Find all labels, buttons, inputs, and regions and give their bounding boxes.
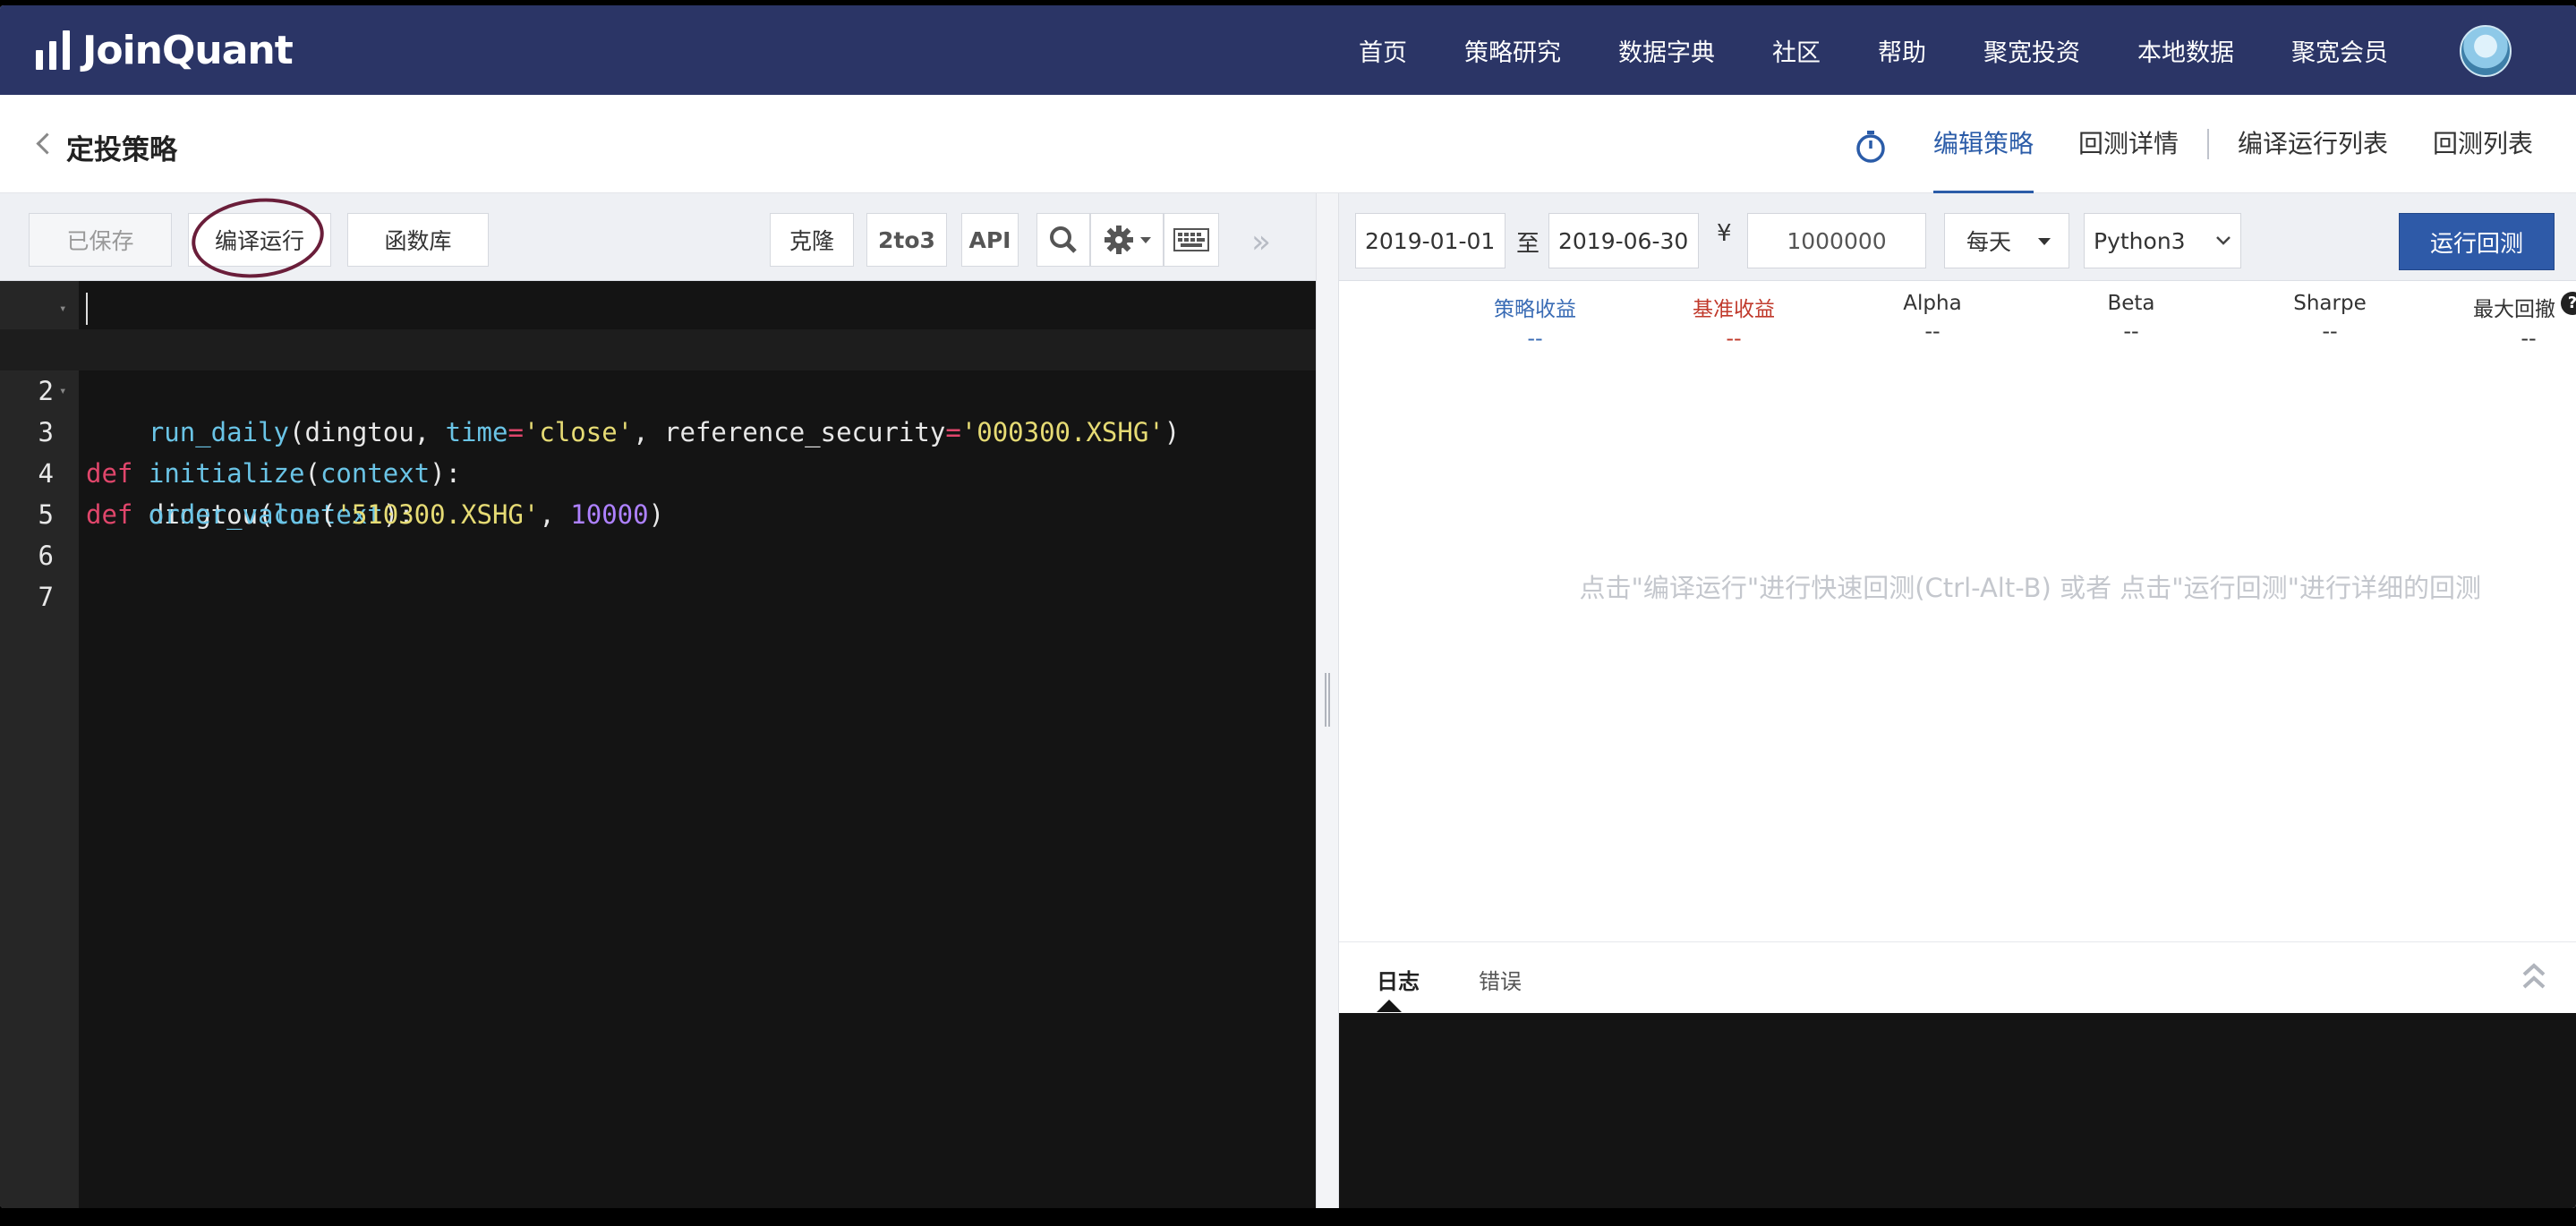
metric-label: 最大回撤?: [2429, 292, 2576, 322]
code-line[interactable]: 7: [0, 535, 1316, 612]
log-tabs: 日志 错误: [1339, 941, 2576, 1013]
nav-item-home[interactable]: 首页: [1359, 33, 1407, 68]
fold-arrow-icon[interactable]: ▾: [59, 370, 66, 412]
tab-log[interactable]: 日志: [1377, 964, 1420, 995]
backtest-toolbar: 2019-01-01 至 2019-06-30 ¥ 1000000 每天 Pyt…: [1339, 193, 2576, 281]
frequency-select[interactable]: 每天: [1944, 213, 2069, 268]
tab-error[interactable]: 错误: [1479, 964, 1522, 995]
gear-icon: [1105, 226, 1133, 254]
top-navbar: JoinQuant 首页 策略研究 数据字典 社区 帮助 聚宽投资 本地数据 聚…: [0, 5, 2576, 95]
tab-backtest-details[interactable]: 回测详情: [2078, 95, 2179, 193]
backtest-panel: 2019-01-01 至 2019-06-30 ¥ 1000000 每天 Pyt…: [1339, 193, 2576, 1208]
frequency-value: 每天: [1966, 229, 2012, 255]
text-cursor: [86, 293, 88, 325]
code-line[interactable]: 3 ▾ def dingtou(context):: [0, 370, 1316, 530]
tab-divider: [2207, 129, 2210, 159]
nav-item-research[interactable]: 策略研究: [1464, 33, 1561, 68]
nav-item-local-data[interactable]: 本地数据: [2137, 33, 2234, 68]
metric-label: 基准收益: [1693, 298, 1775, 321]
logo-text: JoinQuant: [82, 27, 294, 73]
metric-value: --: [2322, 319, 2338, 344]
metric-label: 策略收益: [1494, 298, 1576, 321]
metric-value: --: [1527, 326, 1543, 351]
capital-input[interactable]: 1000000: [1747, 213, 1926, 268]
date-range-separator: 至: [1516, 231, 1540, 258]
nav-item-data-dictionary[interactable]: 数据字典: [1618, 33, 1715, 68]
metric-value: --: [1924, 319, 1941, 344]
editor-toolbar: 已保存 编译运行 函数库 克隆 2to3 API »: [0, 192, 1316, 285]
chevron-down-icon: [2216, 236, 2231, 245]
caret-down-icon: [1140, 236, 1151, 243]
nav-item-community[interactable]: 社区: [1772, 33, 1821, 68]
python-version-select[interactable]: Python3: [2084, 213, 2241, 268]
code-editor[interactable]: 1 ▾ def initialize(context): 2 run_daily…: [0, 281, 1316, 1208]
metric-value: --: [2123, 319, 2139, 344]
strategy-title: 定投策略: [66, 134, 177, 166]
nav-item-membership[interactable]: 聚宽会员: [2291, 33, 2388, 68]
keyboard-button[interactable]: [1164, 213, 1219, 267]
settings-dropdown-button[interactable]: [1090, 213, 1164, 267]
keyboard-icon: [1173, 228, 1209, 251]
tab-edit-strategy[interactable]: 编辑策略: [1933, 95, 2034, 193]
panel-splitter[interactable]: [1316, 193, 1339, 1208]
code-line[interactable]: 5: [0, 453, 1316, 530]
logo-bars-icon: [36, 30, 70, 70]
tab-backtest-list[interactable]: 回测列表: [2433, 95, 2533, 193]
collapse-right-icon[interactable]: »: [1251, 224, 1271, 260]
nav-menu: 首页 策略研究 数据字典 社区 帮助 聚宽投资 本地数据 聚宽会员: [1301, 5, 2388, 95]
metric-alpha: Alpha --: [1833, 292, 2032, 344]
logo[interactable]: JoinQuant: [36, 27, 294, 73]
metric-max-drawdown: 最大回撤? --: [2429, 292, 2576, 351]
drag-handle-icon[interactable]: [1325, 673, 1330, 727]
2to3-button[interactable]: 2to3: [866, 213, 947, 267]
line-number: 7: [38, 582, 54, 612]
metrics-row: 策略收益 -- 基准收益 -- Alpha -- Beta -- Sharpe …: [1339, 292, 2576, 363]
python-version-value: Python3: [2094, 227, 2186, 254]
metric-benchmark-return: 基准收益 --: [1634, 292, 1833, 351]
metric-value: --: [1726, 326, 1742, 351]
active-tab-pointer: [1377, 1000, 1402, 1012]
end-date-input[interactable]: 2019-06-30: [1548, 213, 1699, 268]
empty-state-hint: 点击"编译运行"进行快速回测(Ctrl-Alt-B) 或者 点击"运行回测"进行…: [1579, 573, 2481, 603]
saved-button[interactable]: 已保存: [29, 213, 172, 267]
stopwatch-icon[interactable]: [1853, 129, 1889, 165]
metric-sharpe: Sharpe --: [2231, 292, 2429, 344]
log-output[interactable]: [1339, 1013, 2576, 1208]
fold-arrow-icon[interactable]: ▾: [59, 288, 66, 329]
code-line[interactable]: 4 order_value('510300.XSHG', 10000): [0, 412, 1316, 530]
api-button[interactable]: API: [961, 213, 1019, 267]
expand-up-icon[interactable]: [2521, 960, 2547, 992]
function-library-button[interactable]: 函数库: [347, 213, 489, 267]
app-window: JoinQuant 首页 策略研究 数据字典 社区 帮助 聚宽投资 本地数据 聚…: [0, 5, 2576, 1208]
back-chevron-icon[interactable]: [34, 132, 54, 158]
nav-item-investment[interactable]: 聚宽投资: [1983, 33, 2080, 68]
metric-beta: Beta --: [2032, 292, 2231, 344]
code-line[interactable]: 6: [0, 494, 1316, 571]
tab-compile-run-list[interactable]: 编译运行列表: [2238, 95, 2388, 193]
metric-label: Beta: [2107, 292, 2155, 315]
metric-value: --: [2521, 326, 2537, 351]
search-button[interactable]: [1036, 213, 1090, 267]
help-icon[interactable]: ?: [2561, 292, 2576, 315]
strategy-tabs: 编辑策略 回测详情 编译运行列表 回测列表: [1933, 95, 2533, 193]
metric-label: Sharpe: [2293, 292, 2367, 315]
code-line[interactable]: 1 ▾ def initialize(context):: [0, 288, 1316, 489]
compile-run-button[interactable]: 编译运行: [188, 213, 331, 267]
caret-down-icon: [2038, 238, 2051, 245]
clone-button[interactable]: 克隆: [770, 213, 854, 267]
metric-label: Alpha: [1903, 292, 1962, 315]
screen-bottom-edge: [0, 1208, 2576, 1226]
strategy-header: 定投策略 编辑策略 回测详情 编译运行列表 回测列表: [0, 95, 2576, 193]
start-date-input[interactable]: 2019-01-01: [1355, 213, 1506, 268]
search-icon: [1050, 226, 1077, 253]
metric-strategy-return: 策略收益 --: [1436, 292, 1634, 351]
code-line[interactable]: 2 run_daily(dingtou, time='close', refer…: [0, 329, 1316, 447]
run-backtest-button[interactable]: 运行回测: [2399, 213, 2555, 270]
currency-symbol: ¥: [1717, 220, 1732, 247]
avatar[interactable]: [2460, 25, 2512, 77]
nav-item-help[interactable]: 帮助: [1878, 33, 1926, 68]
